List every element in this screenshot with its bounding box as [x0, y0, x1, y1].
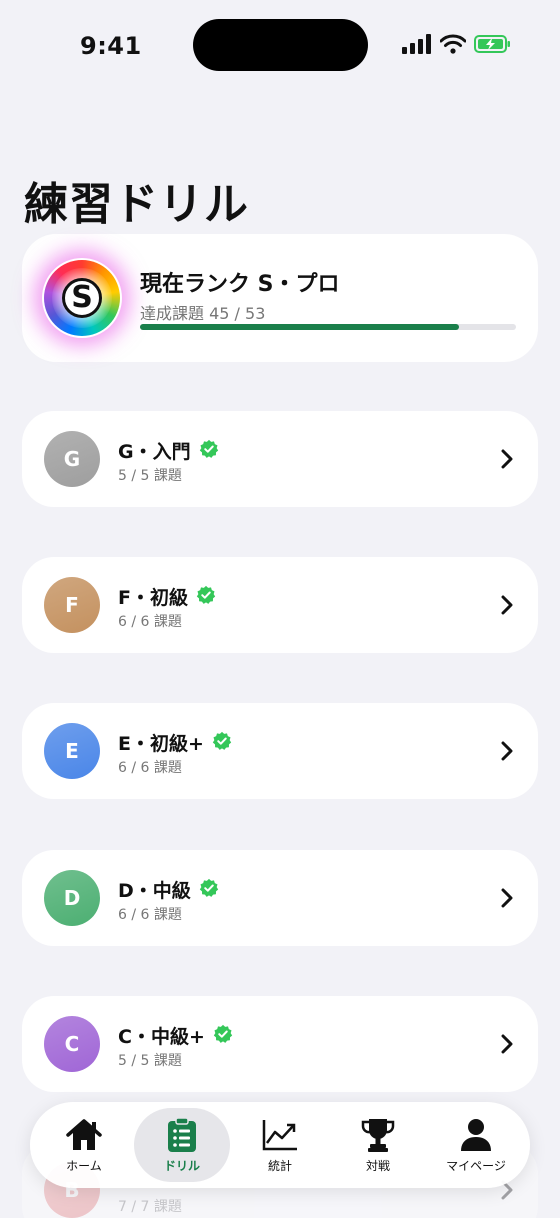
level-title: C・中級+ [118, 1026, 205, 1048]
tab-stats[interactable]: 統計 [232, 1108, 328, 1182]
rank-letter: S [62, 278, 102, 318]
level-avatar: D [44, 870, 100, 926]
status-bar: 9:41 [0, 0, 560, 92]
rank-badge: S [44, 260, 120, 336]
level-progress: 5 / 5 課題 [118, 1053, 182, 1069]
level-card-g[interactable]: G G・入門 5 / 5 課題 [22, 411, 538, 507]
rank-progress-bar [140, 324, 516, 330]
level-card-f[interactable]: F F・初級 6 / 6 課題 [22, 557, 538, 653]
level-progress: 5 / 5 課題 [118, 468, 182, 484]
clipboard-icon [162, 1116, 202, 1153]
tab-drill[interactable]: ドリル [134, 1108, 230, 1182]
status-time: 9:41 [80, 32, 142, 60]
wifi-icon [439, 34, 467, 58]
signal-icon [402, 34, 432, 58]
level-title: D・中級 [118, 880, 191, 902]
home-icon [64, 1117, 104, 1153]
chevron-right-icon [500, 888, 514, 908]
level-avatar: E [44, 723, 100, 779]
level-card-e[interactable]: E E・初級+ 6 / 6 課題 [22, 703, 538, 799]
tab-home[interactable]: ホーム [36, 1108, 132, 1182]
verified-check-icon [213, 1024, 233, 1048]
level-avatar: F [44, 577, 100, 633]
level-avatar: G [44, 431, 100, 487]
battery-charging-icon [474, 34, 512, 58]
tab-battle[interactable]: 対戦 [330, 1108, 426, 1182]
tab-label: ホーム [66, 1158, 102, 1173]
verified-check-icon [199, 439, 219, 463]
verified-check-icon [196, 585, 216, 609]
tab-label: マイページ [446, 1158, 506, 1173]
level-title: E・初級+ [118, 733, 204, 755]
tab-bar: ホーム ドリル 統計 対戦 マイページ [30, 1102, 530, 1188]
verified-check-icon [212, 731, 232, 755]
level-progress: 6 / 6 課題 [118, 907, 182, 923]
status-icons [402, 34, 512, 58]
person-icon [456, 1117, 496, 1153]
tab-mypage[interactable]: マイページ [428, 1108, 524, 1182]
level-card-d[interactable]: D D・中級 6 / 6 課題 [22, 850, 538, 946]
chart-icon [260, 1117, 300, 1153]
tab-label: 統計 [267, 1158, 292, 1173]
level-card-c[interactable]: C C・中級+ 5 / 5 課題 [22, 996, 538, 1092]
page-title: 練習ドリル [24, 179, 249, 230]
level-progress: 6 / 6 課題 [118, 760, 182, 776]
chevron-right-icon [500, 1034, 514, 1054]
rank-title: 現在ランク S・プロ [140, 272, 340, 297]
chevron-right-icon [500, 741, 514, 761]
level-title: G・入門 [118, 441, 191, 463]
tab-label: 対戦 [365, 1158, 390, 1173]
trophy-icon [358, 1117, 398, 1153]
chevron-right-icon [500, 595, 514, 615]
current-rank-card[interactable]: S 現在ランク S・プロ 達成課題 45 / 53 [22, 234, 538, 362]
tab-label: ドリル [163, 1158, 200, 1173]
level-progress: 7 / 7 課題 [118, 1199, 182, 1215]
level-avatar: C [44, 1016, 100, 1072]
rank-progress-text: 達成課題 45 / 53 [140, 304, 266, 323]
verified-check-icon [199, 878, 219, 902]
rank-progress-fill [140, 324, 460, 330]
level-title: F・初級 [118, 587, 188, 609]
chevron-right-icon [500, 449, 514, 469]
dynamic-island [193, 19, 368, 71]
level-progress: 6 / 6 課題 [118, 614, 182, 630]
